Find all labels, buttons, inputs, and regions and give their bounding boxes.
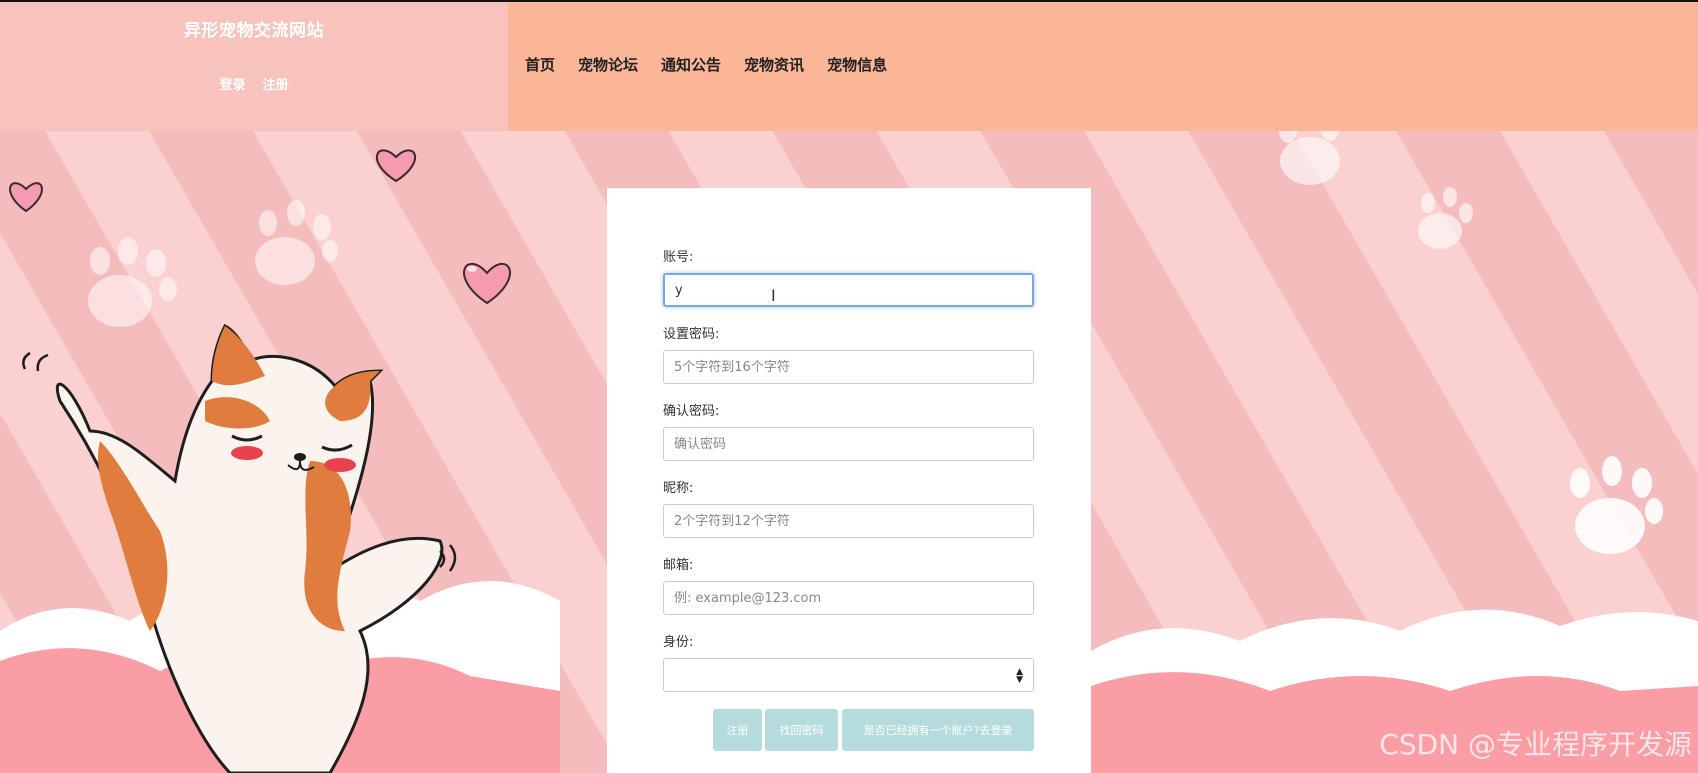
account-input[interactable] bbox=[663, 273, 1034, 307]
watermark: CSDN @专业程序开发源 bbox=[1379, 728, 1692, 761]
password-input[interactable] bbox=[663, 350, 1034, 384]
nav-notice[interactable]: 通知公告 bbox=[661, 54, 721, 75]
nickname-label: 昵称: bbox=[663, 481, 694, 496]
confirm-password-label: 确认密码: bbox=[663, 404, 720, 419]
email-label: 邮箱: bbox=[663, 558, 694, 573]
register-button[interactable]: 注册 bbox=[713, 709, 762, 751]
paw-icon bbox=[1570, 456, 1663, 554]
main-nav: 首页 宠物论坛 通知公告 宠物资讯 宠物信息 bbox=[525, 54, 887, 75]
confirm-password-input[interactable] bbox=[663, 427, 1034, 461]
brand-panel: 异形宠物交流网站 登录 注册 bbox=[0, 2, 508, 131]
email-input[interactable] bbox=[663, 581, 1034, 615]
register-link[interactable]: 注册 bbox=[263, 78, 289, 93]
login-link[interactable]: 登录 bbox=[219, 78, 245, 93]
role-select[interactable]: ▲ ▼ bbox=[663, 658, 1034, 692]
recover-password-button[interactable]: 找回密码 bbox=[765, 709, 838, 751]
auth-links: 登录 注册 bbox=[0, 74, 508, 93]
text-cursor-icon: I bbox=[771, 286, 776, 305]
paw-icon bbox=[1279, 131, 1340, 185]
select-arrow-icon: ▲ ▼ bbox=[1016, 667, 1023, 685]
register-form: 账号: 设置密码: 确认密码: 昵称: 邮箱: 身份: ▲▼ 注册 找回密码 是… bbox=[607, 188, 1091, 773]
paw-icon bbox=[88, 237, 177, 327]
site-title: 异形宠物交流网站 bbox=[184, 21, 324, 41]
go-login-button[interactable]: 是否已经拥有一个账户?去登录 bbox=[842, 709, 1034, 751]
role-label: 身份: bbox=[663, 635, 694, 650]
nickname-input[interactable] bbox=[663, 504, 1034, 538]
nav-news[interactable]: 宠物资讯 bbox=[744, 54, 804, 75]
paw-icon bbox=[1418, 187, 1473, 249]
heart-icon bbox=[9, 182, 43, 213]
heart-icon bbox=[375, 149, 417, 183]
nav-forum[interactable]: 宠物论坛 bbox=[578, 54, 638, 75]
nav-pet-info[interactable]: 宠物信息 bbox=[827, 54, 887, 75]
nav-home[interactable]: 首页 bbox=[525, 54, 555, 75]
paw-icon bbox=[255, 200, 338, 285]
account-label: 账号: bbox=[663, 250, 694, 265]
site-header: 异形宠物交流网站 登录 注册 首页 宠物论坛 通知公告 宠物资讯 宠物信息 bbox=[0, 0, 1698, 131]
heart-icon bbox=[463, 262, 511, 305]
password-label: 设置密码: bbox=[663, 327, 720, 342]
